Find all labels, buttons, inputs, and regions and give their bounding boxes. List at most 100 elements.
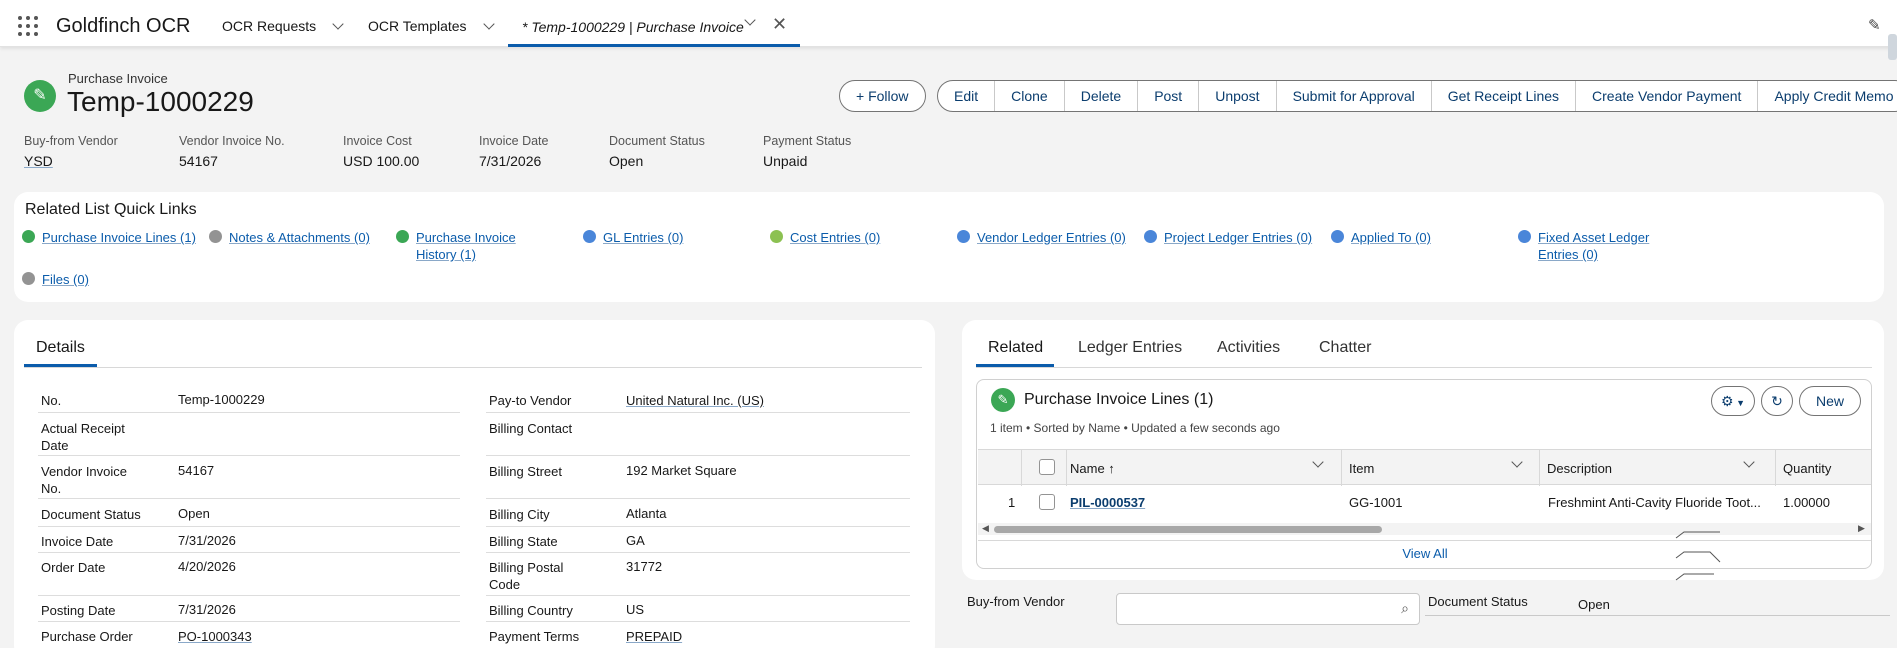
quick-link-label[interactable]: Files (0) xyxy=(42,271,89,288)
get-receipt-lines-button[interactable]: Get Receipt Lines xyxy=(1430,81,1575,111)
field-label-order-date: Order Date xyxy=(41,560,106,575)
quick-link-vendor-ledger-entries[interactable]: Vendor Ledger Entries (0) xyxy=(957,229,1126,246)
select-all-checkbox[interactable] xyxy=(1039,459,1055,475)
quick-link-applied-to[interactable]: Applied To (0) xyxy=(1331,229,1431,246)
chevron-down-icon[interactable] xyxy=(1511,456,1523,468)
tab-divider xyxy=(976,367,1872,368)
vendor-link[interactable]: YSD xyxy=(24,153,118,169)
field-label-invoice-date: Invoice Date xyxy=(41,534,114,549)
field-divider xyxy=(486,552,910,553)
field-label-payment-terms: Payment Terms xyxy=(489,629,580,644)
highlight-invoice-date: Invoice Date 7/31/2026 xyxy=(479,134,548,169)
new-button[interactable]: New xyxy=(1799,386,1861,416)
column-header-name[interactable]: Name ↑ xyxy=(1070,461,1115,476)
purchase-invoice-lines-icon: ✎ xyxy=(991,388,1015,412)
field-divider xyxy=(38,455,460,456)
list-settings-button[interactable]: ⚙ ▼ xyxy=(1711,386,1755,416)
highlight-value: 7/31/2026 xyxy=(479,153,542,169)
quick-link-cost-entries[interactable]: Cost Entries (0) xyxy=(770,229,880,246)
column-header-description[interactable]: Description xyxy=(1547,461,1612,476)
purchase-order-link[interactable]: PO-1000343 xyxy=(178,628,252,645)
post-button[interactable]: Post xyxy=(1137,81,1198,111)
highlight-label: Invoice Date xyxy=(479,134,549,148)
buy-from-vendor-search-input[interactable]: ⌕ xyxy=(1116,593,1420,625)
quick-link-label[interactable]: Fixed Asset Ledger Entries (0) xyxy=(1538,229,1658,263)
chevron-down-icon[interactable] xyxy=(744,14,756,26)
payment-terms-link[interactable]: PREPAID xyxy=(626,628,682,645)
quick-link-label[interactable]: GL Entries (0) xyxy=(603,229,683,246)
clone-button[interactable]: Clone xyxy=(994,81,1064,111)
refresh-button[interactable]: ↻ xyxy=(1761,386,1793,416)
edit-button[interactable]: Edit xyxy=(938,81,994,111)
scrollbar-handle[interactable] xyxy=(1888,34,1897,60)
chevron-down-icon[interactable] xyxy=(1743,456,1755,468)
field-value-invoice-date: 7/31/2026 xyxy=(178,533,236,548)
unpost-button[interactable]: Unpost xyxy=(1198,81,1275,111)
view-all-link[interactable]: View All xyxy=(977,546,1871,561)
apply-credit-memo-button[interactable]: Apply Credit Memo xyxy=(1757,81,1897,111)
scrollbar-thumb[interactable] xyxy=(994,526,1382,533)
quick-link-fixed-asset-ledger-entries[interactable]: Fixed Asset Ledger Entries (0) xyxy=(1518,229,1658,263)
column-divider xyxy=(1021,450,1022,486)
create-vendor-payment-button[interactable]: Create Vendor Payment xyxy=(1575,81,1757,111)
quick-link-label[interactable]: Project Ledger Entries (0) xyxy=(1164,229,1312,246)
row-item-link[interactable]: GG-1001 xyxy=(1349,495,1402,510)
scroll-left-icon[interactable]: ◀ xyxy=(982,523,989,534)
horizontal-scrollbar[interactable]: ◀ ▶ xyxy=(978,523,1871,535)
quick-link-project-ledger-entries[interactable]: Project Ledger Entries (0) xyxy=(1144,229,1312,246)
quick-link-label[interactable]: Applied To (0) xyxy=(1351,229,1431,246)
app-launcher-icon[interactable] xyxy=(18,16,38,36)
field-divider xyxy=(486,498,910,499)
details-card xyxy=(14,320,935,648)
edit-nav-pencil-icon[interactable]: ✎ xyxy=(1868,16,1881,34)
quick-link-notes-attachments[interactable]: Notes & Attachments (0) xyxy=(209,229,370,246)
quick-link-purchase-invoice-lines[interactable]: Purchase Invoice Lines (1) xyxy=(22,229,196,246)
row-name-link[interactable]: PIL-0000537 xyxy=(1070,495,1145,510)
quick-link-gl-entries[interactable]: GL Entries (0) xyxy=(583,229,683,246)
quick-link-label[interactable]: Notes & Attachments (0) xyxy=(229,229,370,246)
nav-item-label: OCR Templates xyxy=(368,18,467,34)
submit-for-approval-button[interactable]: Submit for Approval xyxy=(1275,81,1431,111)
quick-link-label[interactable]: Cost Entries (0) xyxy=(790,229,880,246)
search-icon[interactable]: ⌕ xyxy=(1401,600,1409,617)
field-value-no: Temp-1000229 xyxy=(178,392,265,407)
column-header-quantity[interactable]: Quantity xyxy=(1783,461,1831,476)
delete-button[interactable]: Delete xyxy=(1063,81,1137,111)
tab-ledger-entries[interactable]: Ledger Entries xyxy=(1078,339,1182,357)
field-label-pay-to-vendor: Pay-to Vendor xyxy=(489,393,572,408)
tab-details[interactable]: Details xyxy=(24,336,97,367)
highlight-vendor-invoice-no: Vendor Invoice No. 54167 xyxy=(179,134,285,169)
quick-link-files[interactable]: Files (0) xyxy=(22,271,89,288)
highlight-value: USD 100.00 xyxy=(343,153,420,169)
nav-item-ocr-requests[interactable]: OCR Requests xyxy=(222,18,344,34)
tab-related[interactable]: Related xyxy=(988,339,1043,357)
follow-button[interactable]: + Follow xyxy=(839,80,926,112)
bottom-label-buy-from-vendor: Buy-from Vendor xyxy=(967,594,1065,609)
related-list-title[interactable]: Purchase Invoice Lines (1) xyxy=(1024,391,1213,409)
chevron-down-icon[interactable] xyxy=(332,18,344,30)
chevron-down-icon[interactable] xyxy=(482,18,495,30)
resize-handle-icon[interactable] xyxy=(1674,530,1722,582)
quick-link-label[interactable]: Purchase Invoice History (1) xyxy=(416,229,526,263)
field-divider xyxy=(38,412,460,413)
row-quantity: 1.00000 xyxy=(1783,495,1830,510)
row-checkbox[interactable] xyxy=(1039,494,1055,510)
scroll-right-icon[interactable]: ▶ xyxy=(1858,523,1865,534)
field-label-billing-contact: Billing Contact xyxy=(489,421,573,436)
tab-activities[interactable]: Activities xyxy=(1217,339,1280,357)
quick-link-label[interactable]: Vendor Ledger Entries (0) xyxy=(977,229,1126,246)
list-footer-divider xyxy=(978,540,1871,541)
quick-link-label[interactable]: Purchase Invoice Lines (1) xyxy=(42,229,196,246)
column-header-item[interactable]: Item xyxy=(1349,461,1374,476)
record-title: Temp-1000229 xyxy=(67,86,254,117)
action-button-group: Edit Clone Delete Post Unpost Submit for… xyxy=(937,80,1897,112)
chevron-down-icon[interactable] xyxy=(1312,456,1324,468)
pay-to-vendor-link[interactable]: United Natural Inc. (US) xyxy=(626,392,764,409)
quick-link-purchase-invoice-history[interactable]: Purchase Invoice History (1) xyxy=(396,229,526,263)
field-label-vendor-invoice-no: Vendor Invoice No. xyxy=(41,464,128,496)
field-label-document-status: Document Status xyxy=(41,507,141,522)
tab-chatter[interactable]: Chatter xyxy=(1319,339,1371,357)
close-tab-icon[interactable]: ✕ xyxy=(772,14,787,35)
nav-tab-active-record[interactable]: * Temp-1000229 | Purchase Invoice ✕ xyxy=(508,0,800,47)
nav-item-ocr-templates[interactable]: OCR Templates xyxy=(368,18,495,34)
